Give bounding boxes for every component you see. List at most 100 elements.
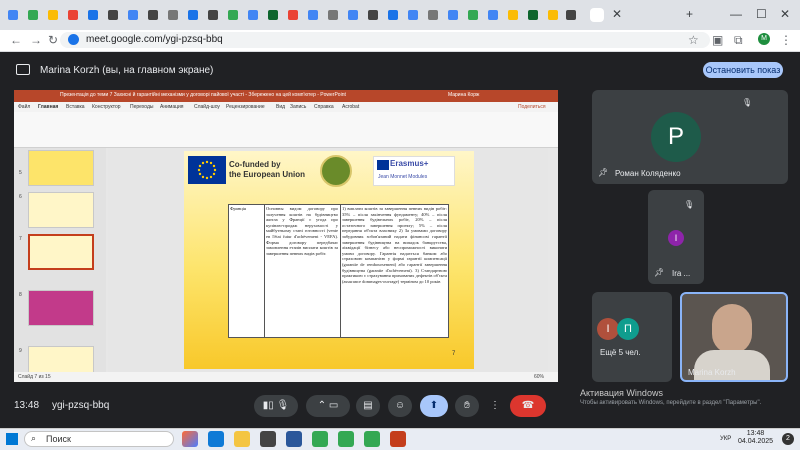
tab-favicon[interactable] (548, 10, 558, 20)
camera-button[interactable]: ⌃ ▭ (306, 395, 350, 417)
file-explorer-icon[interactable] (234, 431, 250, 447)
tab-favicon[interactable] (188, 10, 198, 20)
reactions-icon[interactable]: ☺ (388, 395, 412, 417)
notifications-icon[interactable]: 2 (782, 433, 794, 445)
tab-favicon[interactable] (268, 10, 278, 20)
windows-start-icon[interactable] (6, 433, 18, 445)
pin-icon[interactable]: 📌︎ (654, 268, 664, 277)
tab-favicon[interactable] (428, 10, 438, 20)
forward-icon[interactable]: → (30, 33, 42, 47)
reload-icon[interactable]: ↻ (48, 33, 58, 47)
keyboard-language[interactable]: УКР (720, 436, 731, 442)
extensions-icon[interactable]: ⧉ (734, 33, 743, 48)
participant-name: Ira ... (672, 269, 691, 278)
chrome-menu-icon[interactable]: ⋮ (780, 33, 792, 47)
tab-favicon[interactable] (228, 10, 238, 20)
microphone-button[interactable]: ▮▯ 🎙︎ (254, 395, 298, 417)
store-icon[interactable] (260, 431, 276, 447)
site-info-icon[interactable] (68, 34, 79, 45)
system-clock[interactable]: 13:48 04.04.2025 (738, 430, 773, 446)
captions-icon[interactable]: ▤ (356, 395, 380, 417)
ppt-menu-item[interactable]: Вид (276, 104, 285, 110)
tab-favicon[interactable] (68, 10, 78, 20)
chrome-icon[interactable] (364, 431, 380, 447)
ppt-menu-item[interactable]: Анимация (160, 104, 183, 110)
tab-favicon[interactable] (528, 10, 538, 20)
slide-thumbnail[interactable] (28, 192, 94, 228)
ppt-menu-item[interactable]: Acrobat (342, 104, 359, 110)
tab-favicon[interactable] (328, 10, 338, 20)
jean-monnet-text: Jean Monnet Modules (378, 174, 428, 180)
tab-favicon[interactable] (408, 10, 418, 20)
tab-favicon[interactable] (8, 10, 18, 20)
tab-favicon[interactable] (208, 10, 218, 20)
slide-thumbnail[interactable] (28, 150, 94, 186)
maximize-icon[interactable]: ☐ (756, 7, 767, 21)
video-person (712, 304, 752, 354)
tab-favicon[interactable] (28, 10, 38, 20)
tab-favicon[interactable] (168, 10, 178, 20)
present-now-icon[interactable]: ⬆ (420, 395, 448, 417)
tab-favicon[interactable] (348, 10, 358, 20)
university-seal-logo (320, 155, 352, 187)
ppt-menu-item[interactable]: Слайд-шоу (194, 104, 220, 110)
url-text[interactable]: meet.google.com/ygi-pzsq-bbq (86, 34, 223, 45)
minimize-icon[interactable]: — (730, 7, 742, 21)
pin-icon[interactable]: 📌︎ (598, 168, 608, 177)
raise-hand-icon[interactable]: ✋︎ (455, 395, 479, 417)
mic-off-icon: 🎙︎ (742, 98, 753, 107)
stop-presenting-button[interactable]: Остановить показ (703, 62, 783, 78)
ppt-share-button[interactable]: Поделиться (518, 104, 546, 110)
tab-favicon[interactable] (448, 10, 458, 20)
participant-avatar: P (651, 112, 701, 162)
profile-avatar[interactable]: M (758, 33, 770, 45)
thumbnail-number: 8 (19, 292, 22, 298)
tab-favicon[interactable] (148, 10, 158, 20)
presenter-banner: Marina Korzh (вы, на главном экране) (40, 65, 214, 76)
tab-favicon[interactable] (468, 10, 478, 20)
meeting-code: ygi-pzsq-bbq (52, 400, 110, 411)
more-options-icon[interactable]: ⋮ (486, 395, 504, 417)
erasmus-flag-icon (377, 160, 389, 170)
word-icon[interactable] (286, 431, 302, 447)
screen-share-icon[interactable]: ▣ (712, 33, 723, 47)
ppt-menu-item[interactable]: Запись (290, 104, 306, 110)
slide-thumbnail[interactable] (28, 290, 94, 326)
tab-favicon[interactable] (488, 10, 498, 20)
new-tab-icon[interactable]: ✕ (612, 7, 622, 21)
ppt-menu-item[interactable]: Вставка (66, 104, 85, 110)
back-icon[interactable]: ← (10, 33, 22, 47)
tab-favicon[interactable] (48, 10, 58, 20)
chrome-icon[interactable] (338, 431, 354, 447)
participant-name: Marina Korzh (688, 368, 736, 377)
tab-favicon[interactable] (308, 10, 318, 20)
edge-icon[interactable] (208, 431, 224, 447)
participant-avatar: I (668, 230, 684, 246)
ppt-menu-item[interactable]: Конструктор (92, 104, 121, 110)
leave-call-button[interactable]: ☎ (510, 395, 546, 417)
tab-favicon[interactable] (508, 10, 518, 20)
powerpoint-icon[interactable] (390, 431, 406, 447)
ppt-menu-item[interactable]: Справка (314, 104, 334, 110)
ppt-ribbon[interactable] (14, 112, 558, 148)
tab-favicon[interactable] (566, 10, 576, 20)
widgets-icon[interactable] (182, 431, 198, 447)
bookmark-star-icon[interactable]: ☆ (688, 33, 699, 47)
new-tab-button[interactable]: + (686, 7, 693, 21)
tab-favicon[interactable] (108, 10, 118, 20)
ppt-menu-item[interactable]: Переходы (130, 104, 153, 110)
ppt-menu-item[interactable]: Файл (18, 104, 30, 110)
tab-favicon[interactable] (368, 10, 378, 20)
slide-thumbnail-selected[interactable] (28, 234, 94, 270)
tab-favicon[interactable] (388, 10, 398, 20)
chrome-icon[interactable] (312, 431, 328, 447)
tab-favicon[interactable] (128, 10, 138, 20)
active-tab[interactable] (590, 8, 604, 22)
ppt-zoom-level[interactable]: 60% (534, 374, 544, 380)
tab-favicon[interactable] (248, 10, 258, 20)
close-window-icon[interactable]: ✕ (780, 7, 790, 21)
ppt-menu-item[interactable]: Главная (38, 104, 58, 110)
ppt-menu-item[interactable]: Рецензирование (226, 104, 265, 110)
tab-favicon[interactable] (88, 10, 98, 20)
tab-favicon[interactable] (288, 10, 298, 20)
